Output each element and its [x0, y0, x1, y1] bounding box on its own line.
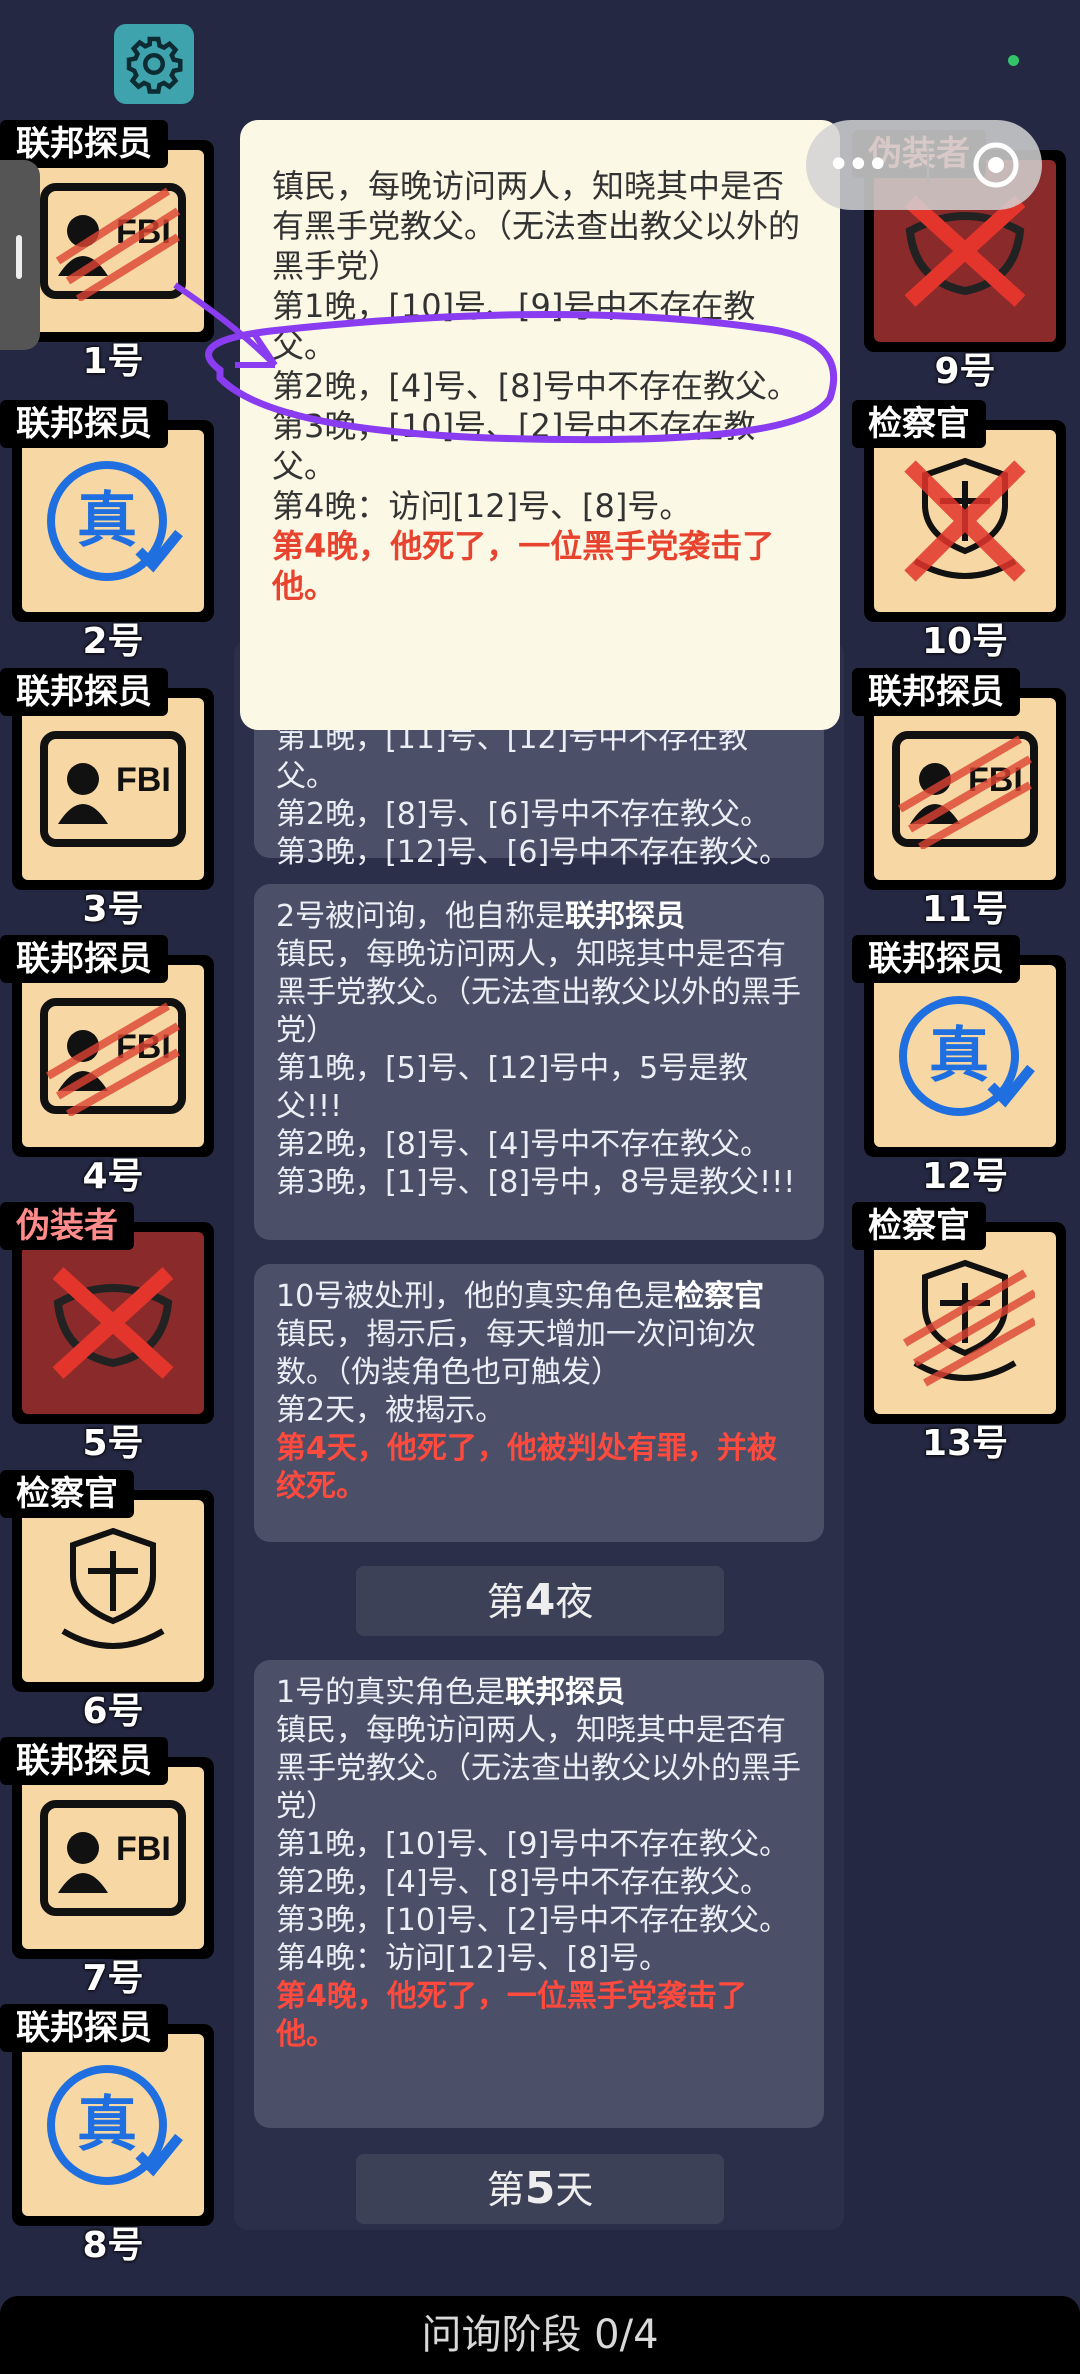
player-detail-popup[interactable]: 镇民，每晚访问两人，知晓其中是否有黑手党教父。（无法查出教父以外的黑手党） 第1… [240, 120, 840, 730]
message-line: 第3晚，[1]号、[8]号中，8号是教父!!! [276, 1165, 796, 1200]
player-number: 9号 [934, 351, 996, 392]
message-line: 第3晚，[12]号、[6]号中不存在教父。 [276, 835, 790, 870]
feed-message-3: 1号的真实角色是联邦探员 镇民，每晚访问两人，知晓其中是否有黑手党教父。（无法查… [254, 1660, 824, 2128]
message-desc: 镇民，每晚访问两人，知晓其中是否有黑手党教父。（无法查出教父以外的黑手党） [276, 1713, 801, 1824]
settings-gear-button[interactable] [114, 24, 194, 104]
player-number: 13号 [921, 1423, 1009, 1464]
more-dots-icon[interactable]: ••• [827, 142, 890, 188]
popup-death-notice: 第4晚，他死了，一位黑手党袭击了他。 [272, 527, 775, 605]
feed-message-2: 10号被处刑，他的真实角色是检察官 镇民，揭示后，每天增加一次问询次数。（伪装角… [254, 1264, 824, 1542]
true-stamp-icon: 真 [22, 2034, 204, 2216]
player-number: 10号 [921, 621, 1009, 662]
player-role: 检察官 [852, 400, 986, 448]
close-circle-icon[interactable] [971, 140, 1021, 190]
fbi-badge-icon: FBI [22, 698, 204, 880]
fbi-badge-icon: FBI [22, 150, 204, 332]
message-line: 第3晚，[10]号、[2]号中不存在教父。 [276, 1903, 790, 1938]
message-header: 10号被处刑，他的真实角色是检察官 [276, 1279, 765, 1314]
side-drawer-handle[interactable] [0, 160, 40, 350]
player-number: 12号 [921, 1156, 1009, 1197]
message-line: 第2晚，[8]号、[6]号中不存在教父。 [276, 797, 771, 832]
true-stamp-icon: 真 [22, 430, 204, 612]
svg-text:真: 真 [77, 486, 137, 556]
message-header: 1号的真实角色是联邦探员 [276, 1675, 626, 1710]
svg-text:FBI: FBI [116, 761, 171, 799]
fbi-badge-icon: FBI [874, 698, 1056, 880]
true-stamp-icon: 真 [874, 965, 1056, 1147]
message-line: 第2晚，[4]号、[8]号中不存在教父。 [276, 1865, 771, 1900]
message-line: 第2晚，[8]号、[4]号中不存在教父。 [276, 1127, 771, 1162]
scales-icon [874, 1232, 1056, 1414]
online-indicator [1008, 55, 1019, 66]
gear-icon [126, 36, 183, 94]
player-number: 11号 [921, 889, 1009, 930]
phase-divider-night4: 第4夜 [356, 1566, 724, 1636]
message-desc: 镇民，揭示后，每天增加一次问询次数。（伪装角色也可触发） [276, 1317, 756, 1390]
player-number: 3号 [82, 889, 144, 930]
message-line: 第1晚，[5]号、[12]号中，5号是教父!!! [276, 1051, 749, 1124]
fbi-badge-icon: FBI [22, 965, 204, 1147]
message-line: 第4晚：访问[12]号、[8]号。 [276, 1941, 670, 1976]
popup-line: 第2晚，[4]号、[8]号中不存在教父。 [272, 367, 800, 405]
message-line: 第1晚，[11]号、[12]号中不存在教父。 [276, 721, 749, 794]
death-notice: 第4晚，他死了，一位黑手党袭击了他。 [276, 1979, 747, 2052]
svg-text:真: 真 [929, 1021, 989, 1091]
svg-text:FBI: FBI [116, 1830, 171, 1868]
svg-text:真: 真 [77, 2090, 137, 2160]
scales-icon [22, 1500, 204, 1682]
message-line: 第1晚，[10]号、[9]号中不存在教父。 [276, 1827, 790, 1862]
popup-line: 第3晚，[10]号、[2]号中不存在教父。 [272, 407, 756, 485]
mask-icon [22, 1232, 204, 1414]
message-line: 第2天，被揭示。 [276, 1393, 506, 1428]
player-role: 联邦探员 [0, 935, 168, 983]
popup-desc: 镇民，每晚访问两人，知晓其中是否有黑手党教父。（无法查出教父以外的黑手党） [272, 167, 801, 285]
player-role: 联邦探员 [0, 400, 168, 448]
player-role: 检察官 [0, 1470, 134, 1518]
feed-message-1: 2号被问询，他自称是联邦探员 镇民，每晚访问两人，知晓其中是否有黑手党教父。（无… [254, 884, 824, 1240]
death-notice: 第4天，他死了，他被判处有罪，并被绞死。 [276, 1431, 777, 1504]
bottom-status-bar: 问询阶段 0/4 [0, 2296, 1080, 2374]
player-role: 联邦探员 [0, 2004, 168, 2052]
fbi-badge-icon: FBI [22, 1767, 204, 1949]
miniprogram-capsule[interactable]: ••• [806, 120, 1042, 210]
player-role: 检察官 [852, 1202, 986, 1250]
player-number: 2号 [82, 621, 144, 662]
phase-divider-day5: 第5天 [356, 2154, 724, 2224]
player-role: 联邦探员 [0, 1737, 168, 1785]
player-role: 联邦探员 [0, 668, 168, 716]
message-desc: 镇民，每晚访问两人，知晓其中是否有黑手党教父。（无法查出教父以外的黑手党） [276, 937, 801, 1048]
player-number: 6号 [82, 1691, 144, 1732]
player-number: 7号 [82, 1958, 144, 1999]
player-role: 联邦探员 [852, 935, 1020, 983]
scales-icon [874, 430, 1056, 612]
popup-line: 第1晚，[10]号、[9]号中不存在教父。 [272, 287, 756, 365]
player-number: 5号 [82, 1423, 144, 1464]
popup-line: 第4晚：访问[12]号、[8]号。 [272, 487, 692, 525]
player-role: 联邦探员 [852, 668, 1020, 716]
player-number: 4号 [82, 1156, 144, 1197]
player-number: 8号 [82, 2225, 144, 2266]
message-header: 2号被问询，他自称是联邦探员 [276, 899, 686, 934]
player-role: 伪装者 [0, 1202, 134, 1250]
